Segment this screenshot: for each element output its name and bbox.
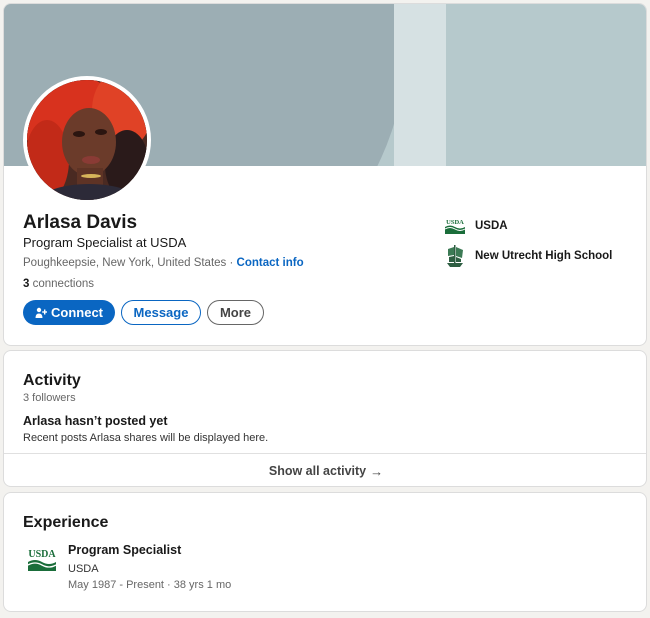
connections-label: connections	[32, 278, 94, 290]
education-school-name: New Utrecht High School	[475, 250, 613, 262]
usda-logo-icon: USDA	[444, 213, 466, 239]
current-company-link[interactable]: USDA USDA	[444, 213, 508, 239]
profile-actions: Connect Message More	[23, 300, 264, 325]
message-button[interactable]: Message	[121, 300, 201, 325]
svg-text:USDA: USDA	[28, 549, 56, 560]
location-separator: ·	[229, 257, 234, 269]
profile-headline: Program Specialist at USDA	[23, 235, 187, 250]
profile-location: Poughkeepsie, New York, United States	[23, 257, 227, 269]
experience-usda-logo-icon[interactable]: USDA	[26, 547, 58, 573]
profile-card: Arlasa Davis Program Specialist at USDA …	[3, 3, 647, 346]
profile-location-line: Poughkeepsie, New York, United States · …	[23, 257, 304, 269]
profile-photo[interactable]	[23, 76, 151, 204]
more-button[interactable]: More	[207, 300, 264, 325]
add-person-icon	[35, 307, 47, 318]
no-posts-title: Arlasa hasn’t posted yet	[23, 414, 168, 428]
experience-company: USDA	[68, 563, 99, 575]
message-button-label: Message	[133, 305, 189, 320]
connections-count[interactable]: 3 connections	[23, 278, 94, 290]
followers-count[interactable]: 3 followers	[23, 392, 76, 404]
connect-button[interactable]: Connect	[23, 300, 115, 325]
education-school-link[interactable]: New Utrecht High School	[444, 243, 612, 269]
arrow-right-icon: →	[370, 463, 384, 479]
no-posts-subtitle: Recent posts Arlasa shares will be displ…	[23, 432, 269, 444]
activity-title: Activity	[23, 372, 81, 389]
svg-text:USDA: USDA	[446, 219, 464, 226]
show-all-activity-label: Show all activity	[268, 464, 367, 478]
banner-stripe-shape	[394, 4, 446, 166]
current-company-name: USDA	[475, 220, 508, 232]
connect-button-label: Connect	[51, 305, 103, 320]
school-ship-logo-icon	[444, 243, 466, 269]
connections-number: 3	[23, 278, 30, 290]
show-all-activity-button[interactable]: Show all activity →	[4, 453, 646, 486]
experience-role: Program Specialist	[68, 543, 182, 557]
experience-dates: May 1987 - Present · 38 yrs 1 mo	[68, 579, 232, 591]
experience-card: Experience USDA Program Specialist USDA …	[3, 492, 647, 612]
more-button-label: More	[219, 305, 252, 320]
profile-name: Arlasa Davis	[23, 212, 138, 233]
contact-info-link[interactable]: Contact info	[237, 257, 304, 269]
profile-photo-image	[27, 80, 147, 200]
experience-title: Experience	[23, 514, 109, 531]
activity-card: Activity 3 followers Arlasa hasn’t poste…	[3, 350, 647, 487]
